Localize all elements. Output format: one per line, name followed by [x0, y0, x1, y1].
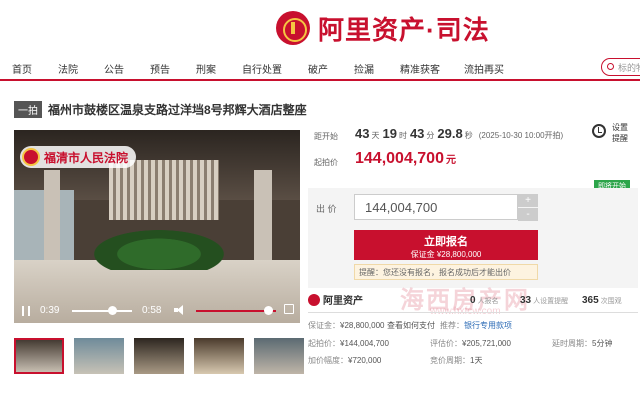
nav-item-criminal[interactable]: 刑案	[196, 61, 216, 76]
brand-title: 阿里资产·司法	[318, 14, 490, 45]
delay-period-info: 延时周期：5分钟	[552, 339, 613, 348]
video-player[interactable]: 福清市人民法院 0:39 0:58	[14, 130, 300, 323]
court-emblem-icon	[276, 11, 310, 45]
site-brand[interactable]: 阿里资产·司法	[276, 8, 490, 48]
video-frame-wall	[109, 160, 219, 220]
decrease-bid-button[interactable]: -	[518, 208, 538, 221]
nav-item-home[interactable]: 首页	[12, 61, 32, 76]
evaluation-price-info: 评估价：¥205,721,000	[430, 339, 511, 348]
volume-handle[interactable]	[264, 306, 273, 315]
auction-round-badge: 一拍	[14, 100, 42, 118]
search-icon	[607, 63, 614, 70]
nav-item-notice[interactable]: 公告	[104, 61, 124, 76]
bid-label: 出 价	[316, 204, 337, 214]
increase-bid-button[interactable]: +	[518, 194, 538, 207]
view-count: 365 次围观	[582, 295, 622, 306]
countdown: 43 天 19 时 43 分 29.8 秒 (2025-10-30 10:00开拍)	[355, 126, 564, 141]
ali-asset-logo-icon	[308, 293, 320, 306]
countdown-label: 距开始	[314, 132, 338, 141]
thumbnail[interactable]	[134, 338, 184, 374]
page-title: 福州市鼓楼区温泉支路过洋垱8号邦辉大酒店整座	[48, 102, 307, 117]
bidding-period-info: 竞价周期：1天	[430, 356, 483, 365]
nav-item-bankruptcy[interactable]: 破产	[308, 61, 328, 76]
duration: 0:58	[142, 305, 162, 316]
current-time: 0:39	[40, 305, 60, 316]
search-input[interactable]: 标的物	[601, 58, 640, 76]
item-title-row: 一拍 福州市鼓楼区温泉支路过洋垱8号邦辉大酒店整座	[14, 100, 307, 118]
nav-item-bargain[interactable]: 捡漏	[354, 61, 374, 76]
divider	[308, 312, 638, 313]
court-emblem-icon	[22, 148, 40, 166]
thumbnail[interactable]	[74, 338, 124, 374]
how-to-pay-link[interactable]: 查看如何支付	[387, 320, 435, 331]
start-price-info: 起拍价：¥144,004,700	[308, 339, 389, 348]
bid-increment-info: 加价幅度：¥720,000	[308, 356, 382, 365]
main-nav: 首页 法院 公告 预告 刑案 自行处置 破产 捡漏 精准获客 流拍再买	[0, 55, 640, 81]
volume-icon[interactable]	[174, 305, 184, 315]
progress-handle[interactable]	[108, 306, 118, 315]
bid-amount-input[interactable]: 144,004,700	[354, 194, 518, 220]
court-tag: 福清市人民法院	[20, 146, 137, 168]
nav-item-self-disposal[interactable]: 自行处置	[242, 61, 282, 76]
set-reminder-button[interactable]: 设置提醒	[590, 120, 638, 160]
recommend-info: 推荐：银行专用款项	[440, 321, 512, 330]
bid-panel: 出 价 144,004,700 + - 立即报名 保证金 ¥28,800,000…	[308, 188, 638, 288]
auction-start-time: (2025-10-30 10:00开拍)	[478, 131, 564, 140]
video-frame-plants	[94, 230, 224, 270]
fullscreen-icon[interactable]	[284, 304, 294, 314]
nav-item-failed-resale[interactable]: 流拍再买	[464, 61, 504, 76]
thumbnail[interactable]	[14, 338, 64, 374]
video-controls: 0:39 0:58	[14, 298, 300, 323]
nav-item-court[interactable]: 法院	[58, 61, 78, 76]
register-now-button[interactable]: 立即报名 保证金 ¥28,800,000	[354, 230, 538, 260]
nav-item-preview[interactable]: 预告	[150, 61, 170, 76]
thumbnail-strip	[14, 338, 304, 374]
thumbnail[interactable]	[254, 338, 304, 374]
platform-brand: 阿里资产	[308, 292, 363, 307]
nav-item-precise-customers[interactable]: 精准获客	[400, 61, 440, 76]
reminder-count: 33 人设置提醒	[520, 295, 569, 306]
pause-icon[interactable]	[22, 306, 30, 316]
start-price: 144,004,700 元	[355, 150, 456, 167]
progress-bar[interactable]	[72, 310, 132, 312]
alarm-clock-icon	[592, 124, 606, 138]
registration-notice: 提醒：您还没有报名，报名成功后才能出价	[354, 264, 538, 280]
start-price-label: 起拍价	[314, 158, 338, 167]
applicant-count: 0 人报名	[470, 295, 499, 306]
thumbnail[interactable]	[194, 338, 244, 374]
deposit-info: 保证金：¥28,800,000	[308, 321, 385, 330]
